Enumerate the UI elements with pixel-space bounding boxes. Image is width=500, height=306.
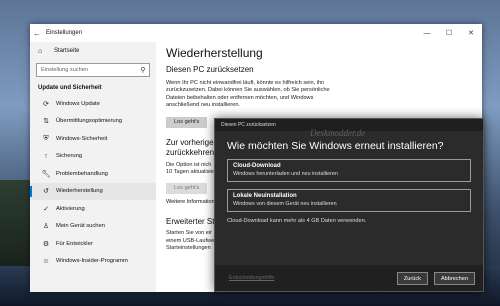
option-title: Lokale Neuinstallation [233,193,297,199]
developer-icon: ⚙ [42,240,50,248]
dialog-footer: Entscheidungshilfe Zurück Abbrechen [215,265,483,291]
sidebar-item-label: Windows Update [56,100,100,107]
sidebar-item-activation[interactable]: ✓ Aktivierung [30,200,156,218]
shield-icon: ⛨ [43,134,49,142]
sidebar-item-label: Für Entwickler [56,240,93,247]
sidebar-item-find-my-device[interactable]: ♙ Mein Gerät suchen [30,218,156,236]
delivery-icon: ⇅ [43,118,49,126]
sidebar-item-label: Wiederherstellung [56,188,103,195]
person-icon: ♙ [42,223,50,231]
option-title: Cloud-Download [233,163,281,169]
minimize-button[interactable]: — [416,24,438,42]
sidebar: ⌂ Startseite Einstellung suchen ⚲ Update… [30,42,156,292]
sidebar-item-recovery[interactable]: ↺ Wiederherstellung [30,182,156,200]
sidebar-item-label: Windows-Insider-Programm [56,258,128,265]
sidebar-item-label: Sicherung [56,153,83,160]
sidebar-item-for-developers[interactable]: ⚙ Für Entwickler [30,235,156,253]
wrench-icon: 🔧︎ [41,170,51,178]
reset-start-button[interactable]: Los geht's [166,116,208,128]
option-description: Windows herunterladen und neu installier… [233,171,338,177]
search-icon: ⚲ [140,67,146,74]
option-description: Windows von diesem Gerät neu installiere… [233,201,337,207]
help-link[interactable]: Entscheidungshilfe [229,275,391,281]
sidebar-item-delivery-optimization[interactable]: ⇅ Übermittlungsoptimierung [30,113,156,131]
home-icon: ⌂ [38,47,43,55]
maximize-button[interactable]: ☐ [438,24,460,42]
sidebar-item-windows-update[interactable]: ⟳ Windows Update [30,95,156,113]
watermark: Deskmodder.de [310,128,366,138]
back-arrow-icon[interactable]: ← [30,29,44,38]
back-button[interactable]: Zurück [396,271,428,285]
reset-text-line: Dateien beibehalten oder entfernen möcht… [166,94,314,101]
window-title: Einstellungen [46,30,83,36]
sidebar-item-label: Problembehandlung [56,170,108,177]
reset-dialog: Diesen PC zurücksetzen Wie möchten Sie W… [214,118,484,292]
sidebar-item-label: Aktivierung [56,205,85,212]
sidebar-item-insider-program[interactable]: ☺ Windows-Insider-Programm [30,253,156,271]
close-button[interactable]: ✕ [460,24,482,42]
backup-icon: ↑ [44,152,48,160]
reset-text-line: anschließend neu installieren. [166,102,241,109]
sidebar-home-label: Startseite [54,48,80,54]
page-title: Wiederherstellung [166,46,263,60]
sidebar-item-backup[interactable]: ↑ Sicherung [30,148,156,166]
insider-icon: ☺ [42,257,50,265]
cancel-button[interactable]: Abbrechen [433,271,475,285]
previous-start-button[interactable]: Los geht's [166,183,208,195]
reset-text-line: zurückzusetzen. Dabei können Sie auswähl… [166,87,330,94]
search-placeholder: Einstellung suchen [41,67,88,73]
titlebar: ← Einstellungen — ☐ ✕ [30,24,482,42]
sidebar-item-label: Mein Gerät suchen [56,223,105,230]
local-reinstall-option[interactable]: Lokale Neuinstallation Windows von diese… [227,189,471,212]
search-input[interactable]: Einstellung suchen ⚲ [36,63,150,77]
sidebar-home[interactable]: ⌂ Startseite [30,42,156,60]
cloud-download-option[interactable]: Cloud-Download Windows herunterladen und… [227,159,471,182]
reset-heading: Diesen PC zurücksetzen [166,65,254,74]
sidebar-item-troubleshoot[interactable]: 🔧︎ Problembehandlung [30,165,156,183]
sync-icon: ⟳ [43,100,49,108]
recovery-icon: ↺ [43,188,49,196]
reset-description: Wenn Ihr PC nicht einwandfrei läuft, kön… [166,80,366,110]
reset-text-line: Wenn Ihr PC nicht einwandfrei läuft, kön… [166,80,325,86]
sidebar-item-windows-security[interactable]: ⛨ Windows-Sicherheit [30,130,156,148]
check-circle-icon: ✓ [43,205,49,213]
sidebar-item-label: Übermittlungsoptimierung [56,118,123,125]
sidebar-section-title: Update und Sicherheit [38,85,102,91]
sidebar-item-label: Windows-Sicherheit [56,135,108,142]
dialog-note: Cloud-Download kann mehr als 4 GB Daten … [227,218,367,224]
